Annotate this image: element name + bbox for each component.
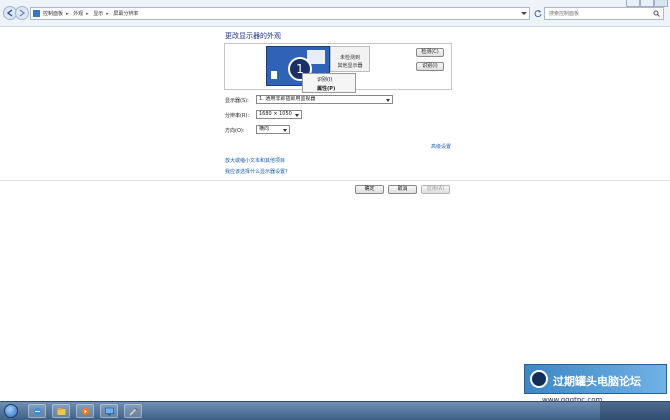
search-icon[interactable] bbox=[653, 10, 660, 17]
resolution-select-value: 1680 × 1050 bbox=[259, 111, 292, 117]
start-button[interactable] bbox=[4, 404, 18, 418]
chevron-down-icon bbox=[386, 99, 390, 102]
display-select[interactable]: 1. 通用非即插即用监视器 bbox=[256, 95, 393, 104]
choose-settings-link[interactable]: 我应该选择什么显示器设置? bbox=[225, 168, 288, 175]
taskbar-ie[interactable] bbox=[28, 404, 46, 418]
breadcrumb-screen-resolution[interactable]: 屏幕分辨率 bbox=[113, 11, 138, 17]
watermark-text: 过期罐头电脑论坛 bbox=[553, 375, 641, 388]
breadcrumb-appearance[interactable]: 外观 bbox=[73, 11, 83, 17]
taskbar-control-panel[interactable] bbox=[100, 404, 118, 418]
arrow-right-icon bbox=[19, 9, 26, 17]
control-panel-icon bbox=[33, 10, 40, 17]
breadcrumb-separator-icon: ▸ bbox=[66, 11, 69, 17]
address-bar: 控制面板 ▸ 外观 ▸ 显示 ▸ 屏幕分辨率 搜索控制面板 bbox=[0, 0, 670, 27]
cancel-button[interactable]: 取消 bbox=[388, 185, 417, 194]
monitor-mini-graphic bbox=[271, 71, 277, 79]
orientation-select[interactable]: 横向 bbox=[256, 125, 290, 134]
display-label: 显示器(S): bbox=[225, 98, 249, 104]
breadcrumb-separator-icon: ▸ bbox=[86, 11, 89, 17]
search-input[interactable]: 搜索控制面板 bbox=[544, 7, 664, 20]
paint-brush-icon bbox=[129, 407, 138, 416]
breadcrumb-control-panel[interactable]: 控制面板 bbox=[43, 11, 63, 17]
folder-icon bbox=[57, 408, 66, 415]
breadcrumb-display[interactable]: 显示 bbox=[93, 11, 103, 17]
chevron-down-icon[interactable] bbox=[521, 11, 527, 16]
orientation-label: 方向(O): bbox=[225, 128, 245, 134]
minimize-button[interactable] bbox=[626, 0, 640, 7]
secondary-monitor-line1: 未检测到 bbox=[339, 55, 360, 61]
close-button[interactable] bbox=[654, 0, 668, 7]
refresh-icon[interactable] bbox=[534, 9, 542, 17]
monitor-icon bbox=[105, 407, 114, 416]
context-menu-identify[interactable]: 识别(I) bbox=[317, 76, 332, 83]
breadcrumb-separator-icon: ▸ bbox=[106, 11, 109, 17]
page-title: 更改显示器的外观 bbox=[225, 32, 281, 40]
media-player-icon bbox=[82, 408, 89, 415]
breadcrumb: 控制面板 ▸ 外观 ▸ 显示 ▸ 屏幕分辨率 bbox=[43, 10, 138, 17]
chevron-down-icon bbox=[283, 129, 287, 132]
resolution-select[interactable]: 1680 × 1050 bbox=[256, 110, 302, 119]
ok-button[interactable]: 确定 bbox=[355, 185, 384, 194]
detect-button[interactable]: 检测(C) bbox=[416, 48, 444, 57]
display-select-value: 1. 通用非即插即用监视器 bbox=[259, 96, 316, 102]
internet-explorer-icon bbox=[34, 408, 41, 415]
secondary-monitor-line2: 其他显示器 bbox=[337, 63, 363, 69]
watermark-logo-icon bbox=[530, 370, 548, 388]
context-menu-properties[interactable]: 属性(P) bbox=[317, 85, 335, 92]
text-size-link[interactable]: 放大或缩小文本和其他项目 bbox=[225, 157, 285, 164]
identify-button[interactable]: 识别(I) bbox=[416, 62, 444, 71]
search-placeholder: 搜索控制面板 bbox=[549, 11, 580, 17]
address-field[interactable]: 控制面板 ▸ 外观 ▸ 显示 ▸ 屏幕分辨率 bbox=[30, 7, 530, 20]
watermark-banner: 过期罐头电脑论坛 bbox=[524, 364, 667, 394]
apply-button[interactable]: 应用(A) bbox=[421, 185, 450, 194]
resolution-label: 分辨率(R): bbox=[225, 113, 250, 119]
chevron-down-icon bbox=[295, 114, 299, 117]
arrow-left-icon bbox=[6, 9, 13, 17]
divider bbox=[0, 180, 670, 181]
forward-button[interactable] bbox=[15, 6, 29, 20]
taskbar-paint[interactable] bbox=[124, 404, 142, 418]
taskbar-explorer[interactable] bbox=[52, 404, 70, 418]
maximize-button[interactable] bbox=[640, 0, 654, 7]
secondary-monitor[interactable]: 未检测到 其他显示器 bbox=[330, 46, 370, 72]
taskbar bbox=[0, 401, 670, 420]
system-tray[interactable] bbox=[600, 402, 670, 420]
taskbar-media-player[interactable] bbox=[76, 404, 94, 418]
orientation-select-value: 横向 bbox=[259, 126, 270, 132]
context-menu: 识别(I) 属性(P) bbox=[302, 73, 356, 93]
advanced-settings-link[interactable]: 高级设置 bbox=[431, 143, 451, 150]
